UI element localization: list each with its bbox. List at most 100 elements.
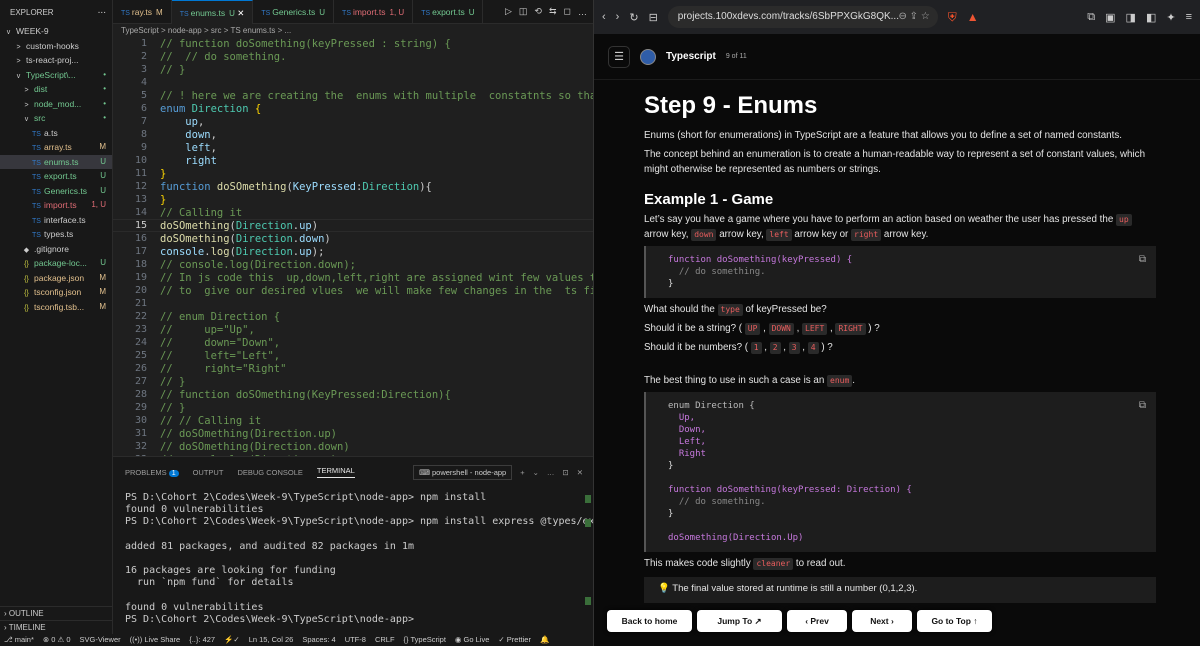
problems-badge: 1 — [168, 469, 179, 477]
copy-icon[interactable]: ⧉ — [1139, 400, 1146, 412]
status-item[interactable]: ⊗ 0 ⚠ 0 — [43, 634, 71, 646]
prev-button[interactable]: ‹ Prev — [787, 610, 847, 632]
status-item[interactable]: ⚡✓ — [224, 634, 240, 646]
editor-tab[interactable]: TS ray.ts M — [113, 0, 172, 24]
more-icon[interactable]: … — [547, 468, 555, 477]
editor-tab[interactable]: TS export.ts U — [413, 0, 484, 24]
reload-icon[interactable]: ↻ — [629, 11, 638, 24]
tree-item[interactable]: > ts-react-proj... — [0, 53, 112, 68]
new-terminal-icon[interactable]: + — [520, 468, 524, 477]
back-icon[interactable]: ‹ — [602, 11, 606, 23]
more-icon[interactable]: … — [578, 7, 587, 17]
tree-item[interactable]: {} package.json M — [0, 271, 112, 286]
menu-icon[interactable]: ≡ — [1186, 11, 1192, 23]
hamburger-menu-icon[interactable]: ☰ — [608, 45, 630, 68]
tree-item[interactable]: {} tsconfig.json M — [0, 285, 112, 300]
tab-search-icon[interactable]: ▣ — [1105, 11, 1115, 24]
tab-label: export.ts — [432, 7, 465, 17]
status-item[interactable]: CRLF — [375, 634, 395, 646]
typescript-file-icon: TS — [32, 203, 41, 210]
tree-item[interactable]: TS array.ts M — [0, 140, 112, 155]
outline-section[interactable]: › OUTLINE — [0, 606, 113, 620]
tab-terminal[interactable]: TERMINAL — [316, 466, 355, 478]
explorer-title: EXPLORER — [10, 8, 54, 17]
terminal-output[interactable]: PS D:\Cohort 2\Codes\Week-9\TypeScript\n… — [113, 487, 625, 626]
tree-item[interactable]: {} tsconfig.tsb... M — [0, 300, 112, 315]
browser-window: ‹ › ↻ ⊟ projects.100xdevs.com/tracks/6Sb… — [593, 0, 1200, 646]
chevron-down-icon[interactable]: ⌄ — [533, 468, 539, 477]
git-status: M — [99, 301, 106, 311]
status-item[interactable]: ((•)) Live Share — [130, 634, 181, 646]
status-item[interactable]: ◉ Go Live — [455, 634, 489, 646]
tree-item[interactable]: TS export.ts U — [0, 169, 112, 184]
tab-output[interactable]: OUTPUT — [193, 468, 224, 477]
editor-tab[interactable]: TS enums.ts U ✕ — [171, 0, 254, 24]
tree-item[interactable]: > custom-hooks — [0, 39, 112, 54]
tree-item[interactable]: TS interface.ts — [0, 213, 112, 228]
copy-icon[interactable]: ⧉ — [1139, 254, 1146, 266]
address-bar[interactable]: projects.100xdevs.com/tracks/6SbPPXGkG8Q… — [667, 6, 938, 28]
status-item[interactable]: {..}: 427 — [189, 634, 215, 646]
wallet-icon[interactable]: ◧ — [1146, 11, 1156, 24]
tree-item[interactable]: > dist • — [0, 82, 112, 97]
split-editor-icon[interactable]: ◫ — [519, 6, 528, 17]
terminal-instance[interactable]: ⌨ powershell - node-app — [413, 464, 513, 480]
status-item[interactable]: 🔔 — [540, 634, 549, 646]
tree-item[interactable]: ◆ .gitignore — [0, 242, 112, 257]
status-item[interactable]: UTF-8 — [345, 634, 366, 646]
typescript-icon: TS — [342, 10, 353, 17]
maximize-icon[interactable]: ⊡ — [562, 468, 568, 477]
next-button[interactable]: Next › — [852, 610, 912, 632]
tree-item[interactable]: TS Generics.ts U — [0, 184, 112, 199]
tree-item[interactable]: {} package-loc... U — [0, 256, 112, 271]
timeline-section[interactable]: › TIMELINE — [0, 620, 113, 634]
leo-ai-icon[interactable]: ✦ — [1166, 11, 1175, 24]
brave-rewards-icon[interactable]: ▲ — [967, 10, 979, 24]
tree-item[interactable]: v WEEK-9 — [0, 24, 112, 39]
go-to-top-button[interactable]: Go to Top ↑ — [917, 610, 992, 632]
forward-icon[interactable]: › — [616, 11, 620, 23]
tree-item[interactable]: TS types.ts — [0, 227, 112, 242]
tab-label: Generics.ts — [272, 7, 316, 17]
line-number: 21 — [134, 298, 147, 309]
tree-item-label: types.ts — [44, 229, 74, 239]
code-editor[interactable]: 1 2 3 4 5 6 7 8 9 10 11 12 13 14 15 16 17 18 19 20 21 22 23 24 2… — [113, 38, 593, 456]
tree-item[interactable]: v TypeScript\... • — [0, 68, 112, 83]
tree-item[interactable]: > node_mod... • — [0, 97, 112, 112]
bookmark-icon[interactable]: ⊟ — [649, 11, 658, 24]
url-actions-icons[interactable]: ⊖ ⇪ ☆ — [899, 6, 930, 28]
status-item[interactable]: Ln 15, Col 26 — [249, 634, 294, 646]
back-to-home-button[interactable]: Back to home — [607, 610, 692, 632]
brave-shield-icon[interactable]: ⛨ — [948, 10, 957, 25]
close-icon[interactable]: ✕ — [577, 468, 583, 477]
jump-to-button[interactable]: Jump To ↗ — [697, 610, 782, 632]
code-line: } — [668, 461, 674, 471]
editor-tab[interactable]: TS Generics.ts U — [253, 0, 335, 24]
compare-icon[interactable]: ⇆ — [549, 6, 557, 17]
breadcrumb[interactable]: TypeScript > node-app > src > TS enums.t… — [113, 24, 593, 38]
status-item[interactable]: {} TypeScript — [404, 634, 446, 646]
tree-item[interactable]: TS a.ts — [0, 126, 112, 141]
editor-tab[interactable]: TS import.ts 1, U — [334, 0, 414, 24]
close-tab-icon[interactable]: ✕ — [235, 8, 244, 18]
status-item[interactable]: SVG-Viewer — [80, 634, 121, 646]
history-icon[interactable]: ⟲ — [534, 6, 542, 17]
tab-problems[interactable]: PROBLEMS 1 — [125, 468, 179, 477]
status-item[interactable]: ⎇ main* — [4, 634, 34, 646]
status-item[interactable]: ✓ Prettier — [498, 634, 531, 646]
run-icon[interactable]: ▷ — [505, 6, 512, 17]
line-number: 22 — [134, 311, 147, 322]
sidebar-icon[interactable]: ◨ — [1126, 11, 1136, 24]
layout-icon[interactable]: ◻ — [564, 6, 571, 17]
more-actions-icon[interactable]: ... — [98, 5, 106, 16]
cleaner-paragraph: This makes code slightly cleaner to read… — [644, 558, 846, 570]
extensions-icon[interactable]: ⧉ — [1087, 11, 1095, 24]
tree-item[interactable]: TS enums.ts U — [0, 154, 112, 169]
tree-item[interactable]: v src • — [0, 111, 112, 126]
line-number: 25 — [134, 350, 147, 361]
tree-item[interactable]: TS import.ts 1, U — [0, 198, 112, 213]
code-content[interactable]: // function doSomething(keyPressed : str… — [160, 38, 593, 456]
status-item[interactable]: Spaces: 4 — [302, 634, 335, 646]
tab-debug-console[interactable]: DEBUG CONSOLE — [237, 468, 302, 477]
chevron-icon: > — [16, 58, 21, 65]
